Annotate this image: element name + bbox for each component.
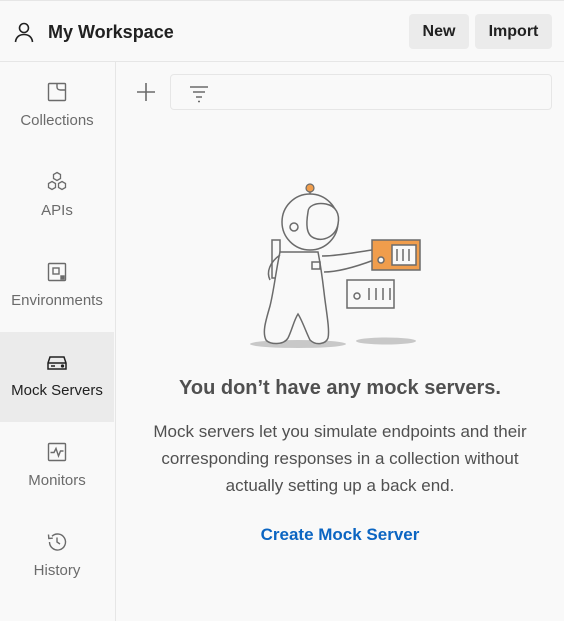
empty-state-title: You don’t have any mock servers. (179, 377, 501, 399)
sidebar-item-label: Collections (20, 112, 94, 129)
environments-icon (47, 262, 67, 282)
sidebar-item-mock-servers[interactable]: Mock Servers (0, 332, 114, 422)
import-button[interactable]: Import (475, 14, 552, 49)
new-button[interactable]: New (409, 14, 469, 49)
sidebar-item-label: History (33, 562, 81, 579)
workspace-title: My Workspace (48, 22, 174, 42)
history-icon (47, 533, 67, 551)
sidebar-item-monitors[interactable]: Monitors (0, 422, 114, 512)
create-mock-server-link[interactable]: Create Mock Server (116, 525, 564, 545)
sidebar-item-label: Mock Servers (11, 382, 103, 399)
sidebar-item-label: Environments (11, 292, 103, 309)
sidebar: Collections APIs Environments Mock Serve… (0, 62, 116, 621)
plus-icon[interactable] (134, 80, 158, 104)
workspace-header: My Workspace New Import (0, 0, 564, 62)
apis-icon (47, 171, 67, 191)
astronaut-illustration (250, 183, 421, 348)
collections-icon (47, 82, 67, 102)
sidebar-item-environments[interactable]: Environments (0, 242, 114, 332)
sidebar-item-label: APIs (41, 202, 73, 219)
monitors-icon (47, 442, 67, 462)
mock-servers-icon (47, 356, 67, 370)
user-icon (14, 22, 34, 43)
sidebar-item-history[interactable]: History (0, 512, 114, 602)
sidebar-item-apis[interactable]: APIs (0, 152, 114, 242)
filter-icon[interactable] (187, 81, 211, 105)
sidebar-item-collections[interactable]: Collections (0, 62, 114, 152)
sidebar-item-label: Monitors (28, 472, 86, 489)
filter-input[interactable] (170, 74, 552, 110)
empty-state-description: Mock servers let you simulate endpoints … (153, 422, 527, 495)
